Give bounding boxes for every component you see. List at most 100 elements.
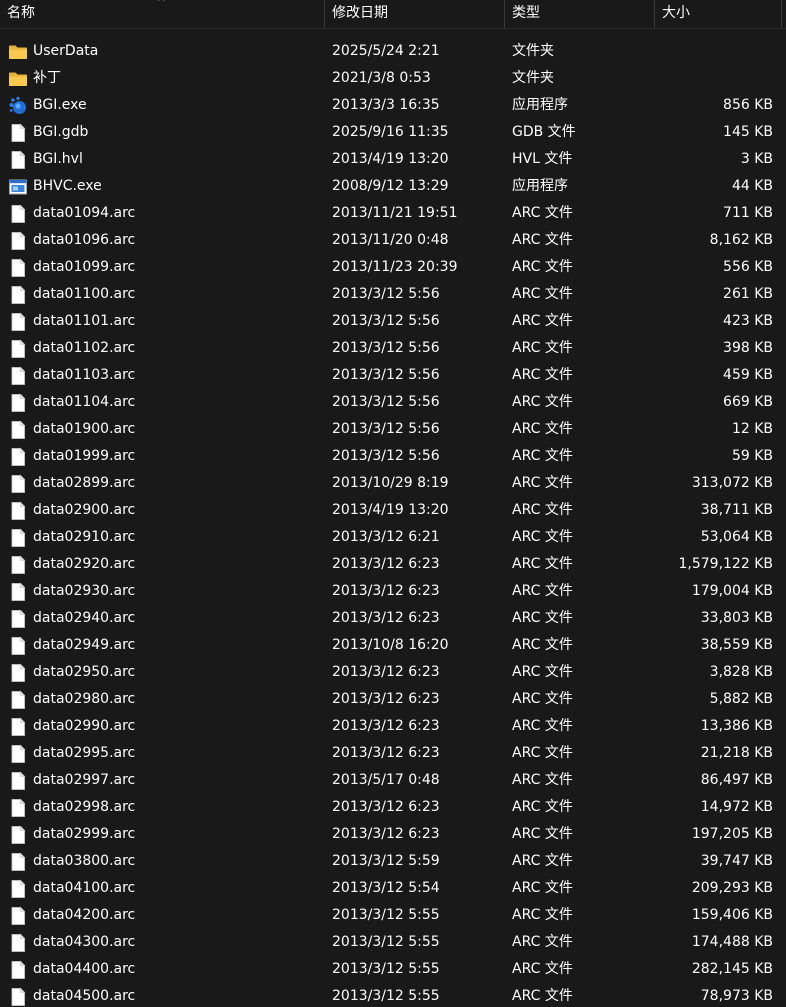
file-row[interactable]: data01999.arc 2013/3/12 5:56 ARC 文件 59 KB bbox=[0, 443, 786, 470]
file-row[interactable]: data01102.arc 2013/3/12 5:56 ARC 文件 398 KB bbox=[0, 335, 786, 362]
file-row[interactable]: data04400.arc 2013/3/12 5:55 ARC 文件 282,145… bbox=[0, 956, 786, 983]
file-row-icon-cell bbox=[8, 956, 28, 983]
file-row[interactable]: data02995.arc 2013/3/12 6:23 ARC 文件 21,218 … bbox=[0, 740, 786, 767]
file-row[interactable]: data02949.arc 2013/10/8 16:20 ARC 文件 38,559… bbox=[0, 632, 786, 659]
file-row[interactable]: data04500.arc 2013/3/12 5:55 ARC 文件 78,973 … bbox=[0, 983, 786, 1007]
file-row[interactable]: data01099.arc 2013/11/23 20:39 ARC 文件 556 K… bbox=[0, 254, 786, 281]
file-row[interactable]: data04200.arc 2013/3/12 5:55 ARC 文件 159,406… bbox=[0, 902, 786, 929]
file-row-icon-cell bbox=[8, 38, 28, 65]
file-row-icon-cell bbox=[8, 713, 28, 740]
file-modified-date: 2013/3/12 6:23 bbox=[332, 691, 440, 707]
file-name: data02997.arc bbox=[33, 772, 136, 788]
file-row[interactable]: BGI.gdb 2025/9/16 11:35 GDB 文件 145 KB bbox=[0, 119, 786, 146]
file-row[interactable]: data02910.arc 2013/3/12 6:21 ARC 文件 53,064 … bbox=[0, 524, 786, 551]
file-row-icon-cell bbox=[8, 686, 28, 713]
file-size: 209,293 KB bbox=[691, 880, 773, 896]
file-row[interactable]: data02997.arc 2013/5/17 0:48 ARC 文件 86,497 … bbox=[0, 767, 786, 794]
file-name: data03800.arc bbox=[33, 853, 136, 869]
file-size: 669 KB bbox=[723, 394, 773, 410]
file-type: ARC 文件 bbox=[512, 691, 573, 707]
file-row[interactable]: data02950.arc 2013/3/12 6:23 ARC 文件 3,828 K… bbox=[0, 659, 786, 686]
file-row[interactable]: data04300.arc 2013/3/12 5:55 ARC 文件 174,488… bbox=[0, 929, 786, 956]
file-row[interactable]: data02980.arc 2013/3/12 6:23 ARC 文件 5,882 K… bbox=[0, 686, 786, 713]
file-type: ARC 文件 bbox=[512, 259, 573, 275]
file-name: data04400.arc bbox=[33, 961, 136, 977]
file-type: 文件夹 bbox=[512, 43, 554, 59]
file-size: 556 KB bbox=[723, 259, 773, 275]
file-size: 33,803 KB bbox=[700, 610, 773, 626]
file-size: 3,828 KB bbox=[709, 664, 773, 680]
file-size: 13,386 KB bbox=[700, 718, 773, 734]
file-row[interactable]: data04100.arc 2013/3/12 5:54 ARC 文件 209,293… bbox=[0, 875, 786, 902]
file-type: ARC 文件 bbox=[512, 799, 573, 815]
file-row[interactable]: data02998.arc 2013/3/12 6:23 ARC 文件 14,972 … bbox=[0, 794, 786, 821]
file-row[interactable]: data02920.arc 2013/3/12 6:23 ARC 文件 1,579,1… bbox=[0, 551, 786, 578]
window-app-icon bbox=[8, 177, 28, 197]
file-row-icon-cell bbox=[8, 902, 28, 929]
file-row[interactable]: data01096.arc 2013/11/20 0:48 ARC 文件 8,162 … bbox=[0, 227, 786, 254]
file-row[interactable]: data02930.arc 2013/3/12 6:23 ARC 文件 179,004… bbox=[0, 578, 786, 605]
file-row[interactable]: 补丁 2021/3/8 0:53 文件夹 bbox=[0, 65, 786, 92]
file-modified-date: 2013/3/12 6:23 bbox=[332, 799, 440, 815]
file-row-icon-cell bbox=[8, 65, 28, 92]
file-name: data02999.arc bbox=[33, 826, 136, 842]
file-row[interactable]: data01900.arc 2013/3/12 5:56 ARC 文件 12 KB bbox=[0, 416, 786, 443]
file-modified-date: 2013/11/23 20:39 bbox=[332, 259, 458, 275]
column-header-name[interactable]: 名称 bbox=[7, 0, 35, 28]
file-row[interactable]: data01103.arc 2013/3/12 5:56 ARC 文件 459 KB bbox=[0, 362, 786, 389]
file-row-icon-cell bbox=[8, 92, 28, 119]
column-header-type[interactable]: 类型 bbox=[512, 0, 540, 28]
column-resize-handle-type[interactable] bbox=[654, 0, 655, 28]
column-header-bar: 名称 ^ 修改日期 类型 大小 bbox=[0, 0, 786, 29]
file-row-icon-cell bbox=[8, 848, 28, 875]
file-row[interactable]: BHVC.exe 2008/9/12 13:29 应用程序 44 KB bbox=[0, 173, 786, 200]
column-resize-handle-date[interactable] bbox=[504, 0, 505, 28]
column-header-size[interactable]: 大小 bbox=[662, 0, 690, 28]
file-row[interactable]: UserData 2025/5/24 2:21 文件夹 bbox=[0, 38, 786, 65]
file-row[interactable]: BGI.exe 2013/3/3 16:35 应用程序 856 KB bbox=[0, 92, 786, 119]
file-name: BHVC.exe bbox=[33, 178, 102, 194]
file-name: data01100.arc bbox=[33, 286, 136, 302]
column-resize-handle-name[interactable] bbox=[324, 0, 325, 28]
file-row-icon-cell bbox=[8, 416, 28, 443]
file-row-icon-cell bbox=[8, 281, 28, 308]
file-row[interactable]: data02899.arc 2013/10/29 8:19 ARC 文件 313,07… bbox=[0, 470, 786, 497]
file-modified-date: 2013/11/21 19:51 bbox=[332, 205, 458, 221]
file-type: ARC 文件 bbox=[512, 448, 573, 464]
file-type: ARC 文件 bbox=[512, 529, 573, 545]
file-row[interactable]: data03800.arc 2013/3/12 5:59 ARC 文件 39,747 … bbox=[0, 848, 786, 875]
file-modified-date: 2013/3/12 6:23 bbox=[332, 826, 440, 842]
file-type: 文件夹 bbox=[512, 70, 554, 86]
file-row[interactable]: data02940.arc 2013/3/12 6:23 ARC 文件 33,803 … bbox=[0, 605, 786, 632]
file-name: data04100.arc bbox=[33, 880, 136, 896]
file-row-icon-cell bbox=[8, 497, 28, 524]
column-header-date[interactable]: 修改日期 bbox=[332, 0, 388, 28]
file-row[interactable]: data02900.arc 2013/4/19 13:20 ARC 文件 38,711… bbox=[0, 497, 786, 524]
file-row[interactable]: data02999.arc 2013/3/12 6:23 ARC 文件 197,205… bbox=[0, 821, 786, 848]
file-icon bbox=[8, 744, 28, 764]
file-row[interactable]: BGI.hvl 2013/4/19 13:20 HVL 文件 3 KB bbox=[0, 146, 786, 173]
file-row-icon-cell bbox=[8, 929, 28, 956]
file-name: data02998.arc bbox=[33, 799, 136, 815]
file-type: ARC 文件 bbox=[512, 988, 573, 1004]
file-name: data02995.arc bbox=[33, 745, 136, 761]
file-modified-date: 2025/9/16 11:35 bbox=[332, 124, 449, 140]
file-row-icon-cell bbox=[8, 524, 28, 551]
file-row[interactable]: data02990.arc 2013/3/12 6:23 ARC 文件 13,386 … bbox=[0, 713, 786, 740]
file-row-icon-cell bbox=[8, 983, 28, 1007]
file-size: 14,972 KB bbox=[700, 799, 773, 815]
file-icon bbox=[8, 717, 28, 737]
file-name: data02920.arc bbox=[33, 556, 136, 572]
file-size: 179,004 KB bbox=[691, 583, 773, 599]
file-row[interactable]: data01101.arc 2013/3/12 5:56 ARC 文件 423 KB bbox=[0, 308, 786, 335]
file-row[interactable]: data01100.arc 2013/3/12 5:56 ARC 文件 261 KB bbox=[0, 281, 786, 308]
column-resize-handle-size[interactable] bbox=[781, 0, 782, 28]
file-row-icon-cell bbox=[8, 470, 28, 497]
file-name: data01099.arc bbox=[33, 259, 136, 275]
file-modified-date: 2013/3/12 5:56 bbox=[332, 340, 440, 356]
file-row[interactable]: data01104.arc 2013/3/12 5:56 ARC 文件 669 KB bbox=[0, 389, 786, 416]
file-row-icon-cell bbox=[8, 632, 28, 659]
file-modified-date: 2025/5/24 2:21 bbox=[332, 43, 440, 59]
file-type: ARC 文件 bbox=[512, 556, 573, 572]
file-row[interactable]: data01094.arc 2013/11/21 19:51 ARC 文件 711 K… bbox=[0, 200, 786, 227]
